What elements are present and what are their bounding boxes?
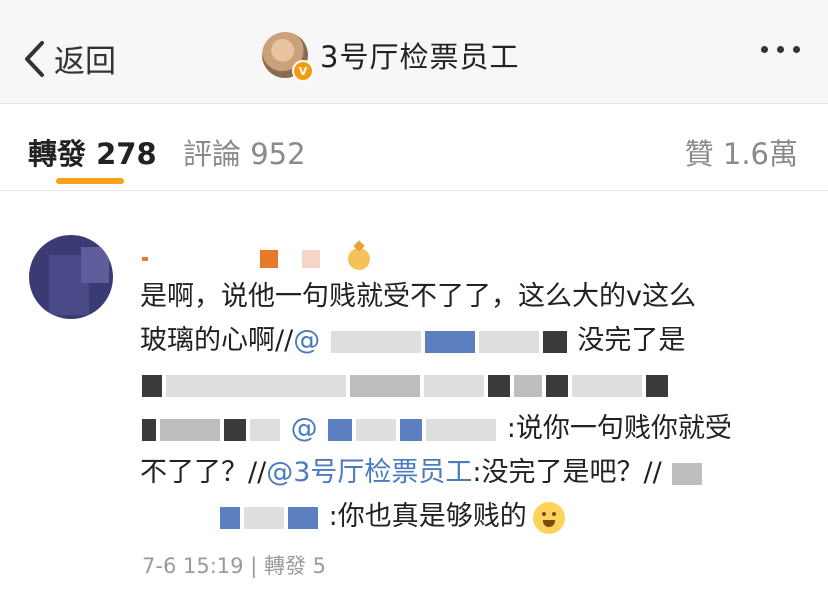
header-title-group[interactable]: V 3号厅检票员工 xyxy=(262,32,520,82)
mosaic-block xyxy=(424,330,475,353)
content-text: :没完了是吧？// xyxy=(472,457,662,488)
page-title: 3号厅检票员工 xyxy=(320,40,520,74)
content-text: 是啊，说他一句贱就受不了了，这么大的v这么 xyxy=(140,281,696,312)
mosaic-block xyxy=(330,330,421,353)
content-line: @ :说你一句贱你就受 xyxy=(140,407,800,451)
mention-link[interactable]: @ xyxy=(293,325,320,356)
repost-item: 是啊，说他一句贱就受不了了，这么大的v这么 玻璃的心啊//@ 没完了是 @ :说… xyxy=(0,191,828,593)
timestamp: 7-6 15:19 xyxy=(142,554,244,578)
tab-likes-count: 1.6萬 xyxy=(722,137,798,171)
content-line: :你也真是够贱的 xyxy=(140,495,800,539)
content-line-redacted xyxy=(140,363,800,407)
content-line: 是啊，说他一句贱就受不了了，这么大的v这么 xyxy=(140,275,800,319)
mosaic-block xyxy=(250,418,280,441)
mosaic-block xyxy=(646,374,668,397)
mosaic-block xyxy=(426,418,497,441)
repost-count-link[interactable]: 轉發 5 xyxy=(264,554,326,578)
meta-divider: | xyxy=(250,554,258,578)
mosaic-block xyxy=(514,374,542,397)
content-text: :说你一句贱你就受 xyxy=(506,413,732,444)
mosaic-block xyxy=(244,506,284,529)
mosaic-block xyxy=(542,330,567,353)
tab-bar: 轉發 278 評論 952 贊 1.6萬 xyxy=(0,104,828,191)
mosaic-block xyxy=(166,374,346,397)
mosaic-block xyxy=(546,374,568,397)
tab-comments[interactable]: 評論 952 xyxy=(183,131,306,173)
active-tab-indicator xyxy=(56,178,124,184)
repost-content: 是啊，说他一句贱就受不了了，这么大的v这么 玻璃的心啊//@ 没完了是 @ :说… xyxy=(140,275,800,539)
mosaic-block xyxy=(672,462,703,485)
content-line: 不了了？//@3号厅检票员工:没完了是吧？// xyxy=(140,451,800,495)
mosaic-block xyxy=(328,418,353,441)
mosaic-block xyxy=(350,374,420,397)
top-bar: 返回 V 3号厅检票员工 xyxy=(0,0,828,104)
tab-comments-count: 952 xyxy=(250,137,306,171)
medal-icon xyxy=(348,248,370,270)
verified-badge-icon: V xyxy=(292,60,314,82)
mosaic-block xyxy=(224,418,246,441)
mention-link[interactable]: @ xyxy=(291,413,318,444)
mosaic-block xyxy=(142,418,156,441)
tab-reposts[interactable]: 轉發 278 xyxy=(28,131,157,173)
tab-likes[interactable]: 贊 1.6萬 xyxy=(685,131,798,173)
mention-link[interactable]: @3号厅检票员工 xyxy=(266,457,472,488)
back-label: 返回 xyxy=(54,44,116,80)
mosaic-block xyxy=(160,418,220,441)
mosaic-block xyxy=(488,374,510,397)
content-text: 玻璃的心啊// xyxy=(140,325,294,356)
mosaic-block xyxy=(142,374,162,397)
chevron-left-icon xyxy=(25,40,44,77)
mosaic-block xyxy=(400,418,423,441)
mosaic-block xyxy=(356,418,397,441)
content-text: :你也真是够贱的 xyxy=(328,501,527,532)
tab-comments-label: 評論 xyxy=(183,137,242,171)
back-button[interactable]: 返回 xyxy=(22,36,116,81)
tab-reposts-count: 278 xyxy=(96,137,157,171)
mosaic-block xyxy=(424,374,484,397)
mosaic-block xyxy=(572,374,642,397)
mosaic-block xyxy=(220,506,240,529)
repost-meta: 7-6 15:19 | 轉發 5 xyxy=(142,550,326,580)
user-avatar[interactable] xyxy=(29,235,113,319)
avatar[interactable]: V xyxy=(262,32,314,82)
mosaic-block xyxy=(478,330,539,353)
tab-reposts-label: 轉發 xyxy=(28,137,87,171)
username-redacted[interactable] xyxy=(142,247,370,271)
laughing-emoji-icon xyxy=(532,501,565,534)
content-text: 不了了？// xyxy=(140,457,267,488)
mosaic-block xyxy=(260,250,278,268)
more-options-icon[interactable] xyxy=(761,46,800,53)
tab-likes-label: 贊 xyxy=(684,137,714,171)
content-text: 没完了是 xyxy=(577,325,686,356)
content-line: 玻璃的心啊//@ 没完了是 xyxy=(140,319,800,363)
mosaic-block xyxy=(302,250,320,268)
mosaic-block xyxy=(288,506,318,529)
